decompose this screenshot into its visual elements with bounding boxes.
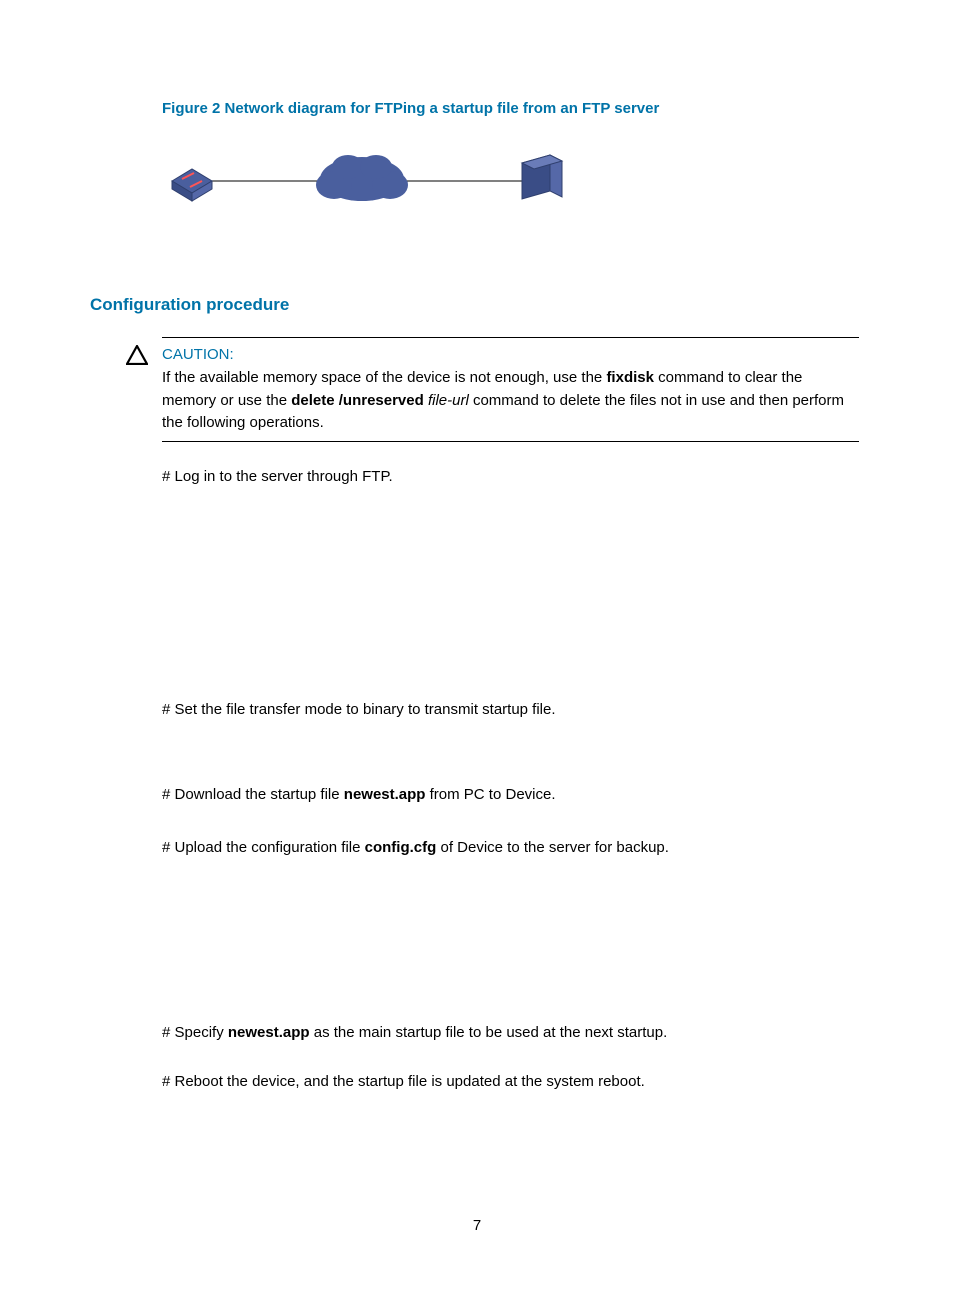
step-text: # Reboot the device, and the startup fil… <box>162 1071 859 1092</box>
step-text-part: as the main startup file to be used at t… <box>310 1024 668 1041</box>
router-icon <box>172 169 212 201</box>
step-text: # Download the startup file newest.app f… <box>162 784 859 805</box>
step-text-part: from PC to Device. <box>425 786 555 803</box>
caution-label: CAUTION: <box>162 346 859 363</box>
page-number: 7 <box>0 1217 954 1234</box>
step-text-part: # Upload the configuration file <box>162 839 365 856</box>
caution-arg: file-url <box>428 392 469 409</box>
step-text: # Set the file transfer mode to binary t… <box>162 699 859 720</box>
server-icon <box>522 155 562 199</box>
caution-block: CAUTION: If the available memory space o… <box>130 337 859 442</box>
step-filename: newest.app <box>344 786 426 803</box>
step-filename: config.cfg <box>365 839 437 856</box>
caution-text: If the available memory space of the dev… <box>162 367 859 435</box>
network-cloud-icon <box>316 155 408 201</box>
caution-text-part: If the available memory space of the dev… <box>162 369 606 386</box>
caution-command: delete /unreserved <box>291 392 424 409</box>
section-heading: Configuration procedure <box>90 295 859 315</box>
figure-title: Figure 2 Network diagram for FTPing a st… <box>162 100 859 117</box>
step-text: # Upload the configuration file config.c… <box>162 837 859 858</box>
step-text: # Specify newest.app as the main startup… <box>162 1022 859 1043</box>
network-diagram <box>162 141 859 225</box>
step-text-part: of Device to the server for backup. <box>436 839 669 856</box>
document-page: Figure 2 Network diagram for FTPing a st… <box>0 0 954 1294</box>
caution-icon <box>126 345 148 369</box>
step-filename: newest.app <box>228 1024 310 1041</box>
step-text-part: # Specify <box>162 1024 228 1041</box>
caution-command: fixdisk <box>606 369 654 386</box>
step-text: # Log in to the server through FTP. <box>162 466 859 487</box>
step-text-part: # Download the startup file <box>162 786 344 803</box>
